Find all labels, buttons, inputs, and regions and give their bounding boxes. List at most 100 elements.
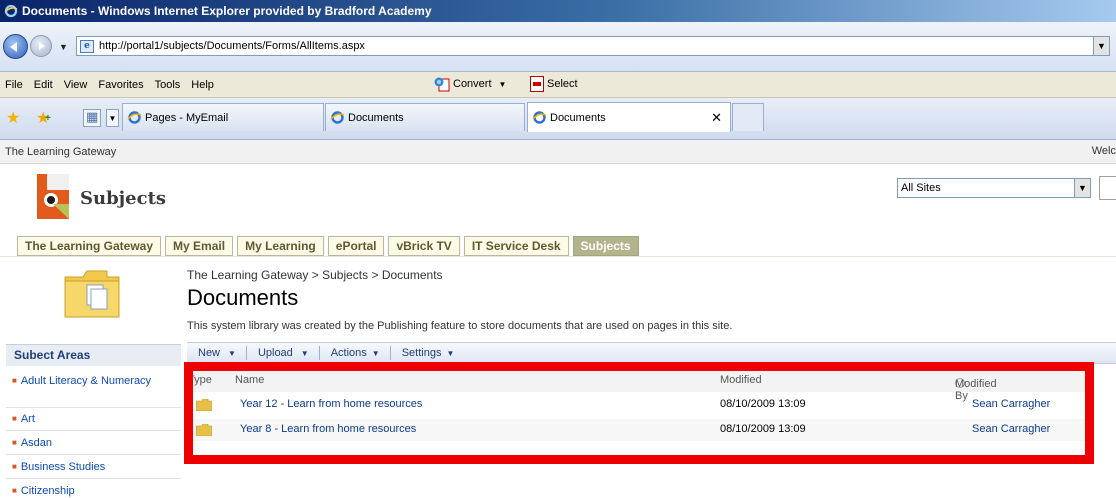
menu-tools[interactable]: Tools [155, 79, 181, 91]
breadcrumb-item[interactable]: Documents [382, 268, 443, 282]
ie-page-icon [532, 111, 547, 124]
quick-launch-item[interactable]: ■ Art [12, 412, 180, 426]
page-icon: e [80, 39, 94, 53]
select-pdf-icon [530, 76, 544, 92]
browser-tab-documents-1[interactable]: Documents [325, 103, 525, 131]
site-title[interactable]: Subjects [80, 188, 166, 209]
nav-it-service-desk[interactable]: IT Service Desk [463, 236, 569, 256]
page-title: Documents [187, 285, 299, 310]
ie-page-icon [127, 111, 142, 124]
convert-dropdown-icon[interactable]: ▼ [499, 80, 507, 89]
breadcrumb-item[interactable]: The Learning Gateway [187, 268, 308, 282]
upload-label: Upload [257, 347, 293, 359]
quick-launch-item[interactable]: ■ Asdan [12, 436, 180, 450]
ie-page-icon [330, 111, 345, 124]
menu-file[interactable]: File [5, 79, 23, 91]
quick-launch-item[interactable]: ■ Adult Literacy & Numeracy [12, 374, 180, 388]
browser-tab-label: Pages - MyEmail [145, 111, 229, 124]
quick-launch-label: Citizenship [20, 485, 75, 497]
chevron-down-icon: ▼ [228, 349, 236, 358]
bullet-icon: ■ [12, 486, 17, 495]
nav-the-learning-gateway[interactable]: The Learning Gateway [17, 236, 162, 256]
scope-dropdown-icon[interactable]: ▼ [1074, 179, 1090, 197]
new-menu-button[interactable]: New ▼ [187, 347, 246, 359]
breadcrumb: The Learning Gateway > Subjects > Docume… [187, 268, 443, 282]
ie-logo-icon [4, 4, 18, 18]
breadcrumb-item[interactable]: Subjects [322, 268, 368, 282]
chevron-down-icon: ▼ [446, 349, 455, 358]
portal-top-strip: The Learning Gateway Welc [0, 140, 1116, 164]
settings-label: Settings [401, 347, 442, 359]
tab-list-dropdown-icon[interactable]: ▼ [106, 109, 119, 127]
search-scope-select[interactable]: All Sites ▼ [897, 178, 1091, 198]
quick-launch-separator [6, 430, 181, 431]
quick-tabs-icon[interactable] [83, 109, 101, 127]
window-title: Documents - Windows Internet Explorer pr… [22, 4, 432, 18]
browser-tab-documents-active[interactable]: Documents ✕ [527, 102, 731, 132]
quick-launch-label: Adult Literacy & Numeracy [20, 375, 152, 387]
nav-vbrick-tv[interactable]: vBrick TV [388, 236, 460, 256]
site-logo-icon [37, 174, 69, 219]
page-description: This system library was created by the P… [187, 320, 733, 332]
actions-menu-button[interactable]: Actions ▼ [320, 347, 390, 359]
select-button[interactable]: Select [530, 76, 578, 92]
bullet-icon: ■ [12, 462, 17, 471]
menu-bar: File Edit View Favorites Tools Help Conv… [0, 72, 1116, 98]
bullet-icon: ■ [12, 438, 17, 447]
convert-button[interactable]: Convert ▼ [434, 76, 506, 92]
quick-launch-item[interactable]: ■ Business Studies [12, 460, 180, 474]
breadcrumb-separator: > [311, 268, 319, 282]
actions-label: Actions [330, 347, 367, 359]
menu-favorites[interactable]: Favorites [98, 79, 143, 91]
address-input[interactable]: e http://portal1/subjects/Documents/Form… [76, 36, 1110, 56]
menu-view[interactable]: View [64, 79, 88, 91]
browser-tab-label: Documents [348, 111, 404, 124]
quick-launch-label: Art [20, 413, 35, 425]
bullet-icon: ■ [12, 414, 17, 423]
recent-pages-dropdown-icon[interactable]: ▼ [59, 42, 68, 52]
favorites-center-star-icon[interactable]: ★ [6, 108, 20, 128]
tab-bar: ★ ★ ▼ Pages - MyEmail Documents Document… [0, 98, 1116, 140]
convert-label: Convert [453, 78, 492, 90]
list-toolbar: New ▼ Upload ▼ Actions ▼ Settings ▼ [187, 342, 1116, 364]
browser-tab-pages-myemail[interactable]: Pages - MyEmail [122, 103, 324, 131]
menu-edit[interactable]: Edit [34, 79, 53, 91]
new-label: New [198, 347, 221, 359]
search-input[interactable] [1099, 176, 1116, 200]
menu-help[interactable]: Help [191, 79, 214, 91]
upload-menu-button[interactable]: Upload ▼ [247, 347, 319, 359]
bullet-icon: ■ [12, 376, 17, 385]
quick-launch-separator [6, 478, 181, 479]
nav-divider [0, 256, 1116, 257]
annotation-highlight-box [184, 362, 1094, 464]
convert-pdf-icon [434, 77, 450, 92]
select-label: Select [547, 78, 578, 90]
close-tab-icon[interactable]: ✕ [711, 110, 722, 126]
quick-launch-separator [6, 454, 181, 455]
forward-button[interactable] [30, 35, 52, 57]
nav-my-email[interactable]: My Email [165, 236, 234, 256]
chevron-down-icon: ▼ [300, 349, 309, 358]
quick-launch-label: Asdan [20, 437, 53, 449]
settings-menu-button[interactable]: Settings ▼ [391, 347, 465, 359]
top-navigation: The Learning Gateway My Email My Learnin… [17, 236, 643, 256]
nav-subjects[interactable]: Subjects [572, 236, 639, 256]
address-url: http://portal1/subjects/Documents/Forms/… [99, 40, 365, 52]
back-button[interactable] [3, 34, 28, 59]
browser-tab-label: Documents [550, 111, 606, 124]
quick-launch-label: Business Studies [20, 461, 106, 473]
new-tab-button[interactable] [732, 103, 764, 131]
welcome-menu[interactable]: Welc [1092, 145, 1116, 157]
breadcrumb-separator: > [371, 268, 379, 282]
nav-my-learning[interactable]: My Learning [237, 236, 324, 256]
nav-eportal[interactable]: ePortal [327, 236, 385, 256]
window-title-bar[interactable]: Documents - Windows Internet Explorer pr… [0, 0, 1116, 22]
portal-site-name[interactable]: The Learning Gateway [5, 146, 116, 158]
quick-launch-item[interactable]: ■ Citizenship [12, 484, 180, 498]
quick-launch-separator [6, 407, 181, 408]
quick-launch-heading[interactable]: Subect Areas [6, 344, 181, 366]
chevron-down-icon: ▼ [371, 349, 380, 358]
add-favorite-star-icon[interactable]: ★ [36, 108, 51, 128]
address-bar-area: ▼ e http://portal1/subjects/Documents/Fo… [0, 22, 1116, 72]
address-dropdown-icon[interactable]: ▼ [1093, 37, 1109, 55]
